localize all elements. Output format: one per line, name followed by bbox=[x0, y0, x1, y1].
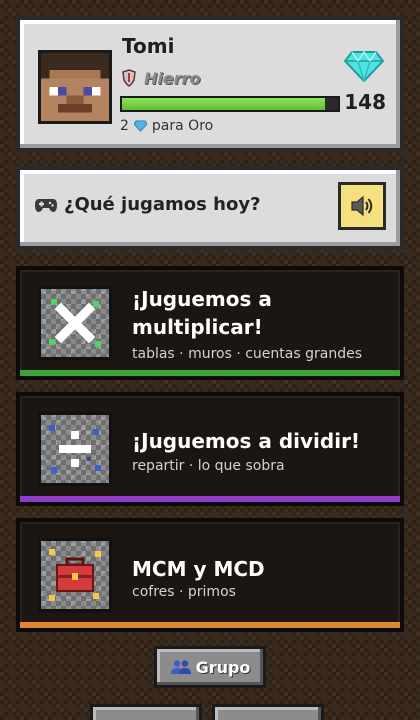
game-accent-bar bbox=[20, 496, 400, 502]
game-card-multiply[interactable]: ¡Juguemos a multiplicar! tablas · muros … bbox=[16, 266, 404, 380]
game-title: MCM y MCD bbox=[132, 557, 265, 581]
next-rank-label: para Oro bbox=[151, 118, 214, 134]
diamond-small-icon bbox=[133, 120, 147, 132]
game-tile-mcm bbox=[38, 538, 112, 612]
game-accent-bar bbox=[20, 370, 400, 376]
question-bar: ¿Qué jugamos hoy? bbox=[16, 166, 404, 250]
next-rank-count: 2 bbox=[120, 118, 129, 134]
next-rank-info: 2 para Oro bbox=[120, 118, 213, 134]
bottom-button-right[interactable] bbox=[212, 704, 324, 720]
rank-row: Hierro bbox=[122, 68, 201, 88]
game-tile-multiply bbox=[38, 286, 112, 360]
game-title-line2: multiplicar! bbox=[132, 315, 263, 339]
game-subtitle: cofres · primos bbox=[132, 584, 236, 600]
avatar bbox=[38, 50, 112, 124]
shield-icon bbox=[122, 69, 136, 87]
question-row: ¿Qué jugamos hoy? bbox=[34, 194, 261, 215]
gems-count: 148 bbox=[344, 90, 386, 114]
game-subtitle: tablas · muros · cuentas grandes bbox=[132, 346, 362, 362]
speaker-icon bbox=[351, 195, 373, 217]
profile-card: Tomi Hierro 2 para Oro 148 bbox=[16, 16, 404, 152]
app-screen: Tomi Hierro 2 para Oro 148 ¿Qué jugamos … bbox=[0, 0, 420, 720]
multiply-icon bbox=[49, 299, 101, 347]
game-accent-bar bbox=[20, 622, 400, 628]
game-subtitle: repartir · lo que sobra bbox=[132, 458, 285, 474]
group-icon bbox=[170, 660, 191, 674]
rank-progress-bar bbox=[120, 96, 340, 112]
bottom-button-left[interactable] bbox=[90, 704, 202, 720]
gamepad-icon bbox=[35, 198, 57, 212]
game-title-line1: ¡Juguemos a bbox=[132, 287, 272, 311]
game-tile-divide bbox=[38, 412, 112, 486]
game-card-mcm-mcd[interactable]: MCM y MCD cofres · primos bbox=[16, 518, 404, 632]
rank-label: Hierro bbox=[144, 68, 201, 88]
game-title: ¡Juguemos a dividir! bbox=[132, 429, 361, 453]
group-button-label: Grupo bbox=[195, 657, 251, 677]
diamond-icon bbox=[344, 50, 384, 82]
game-card-divide[interactable]: ¡Juguemos a dividir! repartir · lo que s… bbox=[16, 392, 404, 506]
sound-button[interactable] bbox=[338, 182, 386, 230]
divide-icon bbox=[49, 425, 101, 473]
player-name: Tomi bbox=[122, 34, 175, 58]
rank-progress-fill bbox=[122, 98, 326, 110]
question-text: ¿Qué jugamos hoy? bbox=[64, 194, 261, 215]
toolbox-icon bbox=[49, 549, 101, 601]
group-button[interactable]: Grupo bbox=[154, 646, 266, 688]
